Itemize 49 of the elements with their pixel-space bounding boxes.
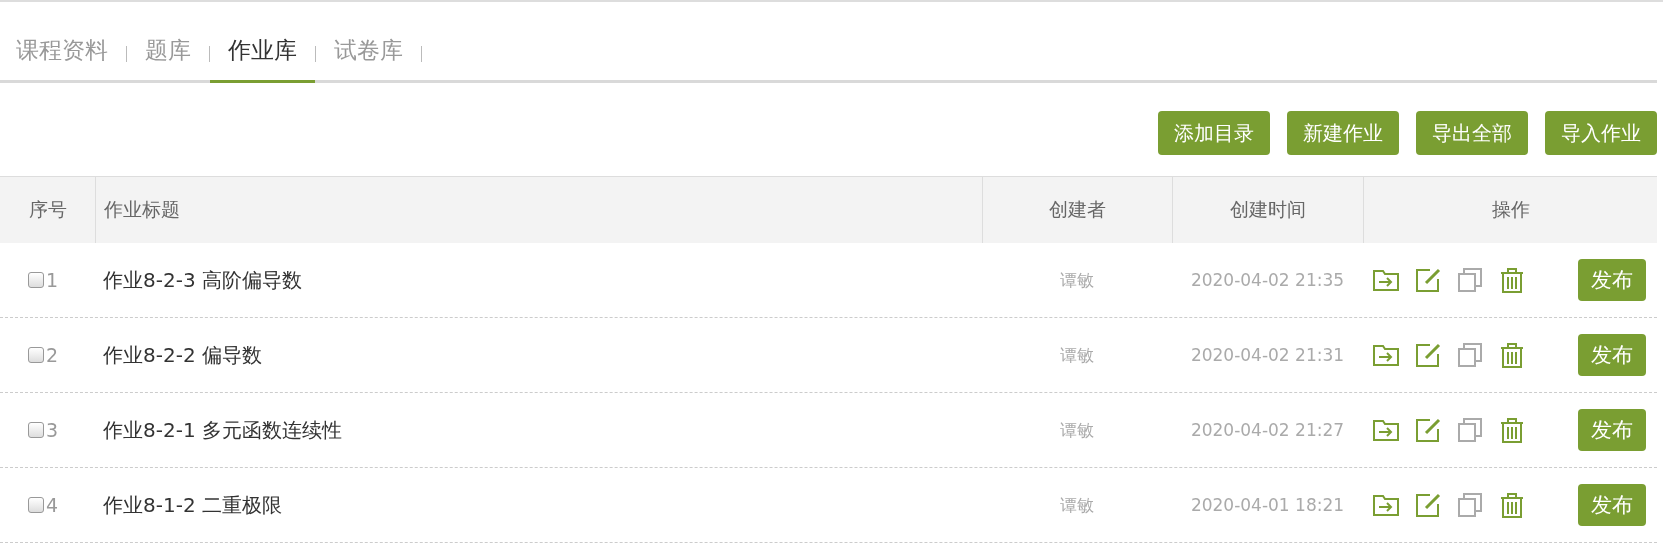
toolbar-button[interactable]: 导出全部 bbox=[1416, 111, 1528, 155]
edit-icon[interactable] bbox=[1414, 491, 1442, 519]
copy-icon[interactable] bbox=[1456, 341, 1484, 369]
edit-icon[interactable] bbox=[1414, 416, 1442, 444]
publish-button[interactable]: 发布 bbox=[1578, 259, 1646, 301]
delete-icon[interactable] bbox=[1498, 491, 1526, 519]
column-header: 创建者 bbox=[1049, 197, 1106, 222]
tab[interactable]: 作业库 bbox=[210, 35, 315, 83]
toolbar-button[interactable]: 新建作业 bbox=[1287, 111, 1399, 155]
column-header: 序号 bbox=[28, 197, 67, 222]
publish-button[interactable]: 发布 bbox=[1578, 334, 1646, 376]
column-header: 创建时间 bbox=[1230, 197, 1306, 222]
toolbar-button[interactable]: 添加目录 bbox=[1158, 111, 1270, 155]
delete-icon[interactable] bbox=[1498, 266, 1526, 294]
tab[interactable]: 题库 bbox=[127, 35, 209, 83]
homework-title: 作业8-2-2 偏导数 bbox=[102, 342, 262, 367]
publish-button[interactable]: 发布 bbox=[1578, 484, 1646, 526]
column-header: 操作 bbox=[1491, 197, 1530, 222]
homework-title: 作业8-2-1 多元函数连续性 bbox=[102, 417, 342, 442]
created-time: 2020-04-02 21:31 bbox=[1190, 345, 1345, 365]
row-number: 2 bbox=[46, 344, 59, 366]
copy-icon[interactable] bbox=[1456, 491, 1484, 519]
creator-name: 谭敏 bbox=[1060, 268, 1094, 292]
row-number: 3 bbox=[46, 419, 59, 441]
tab[interactable]: 试卷库 bbox=[316, 35, 421, 83]
column-header: 作业标题 bbox=[104, 197, 180, 222]
edit-icon[interactable] bbox=[1414, 266, 1442, 294]
row-number: 1 bbox=[46, 269, 59, 291]
row-checkbox[interactable] bbox=[28, 497, 44, 513]
row-checkbox[interactable] bbox=[28, 272, 44, 288]
created-time: 2020-04-02 21:35 bbox=[1190, 270, 1345, 290]
tab[interactable]: 课程资料 bbox=[14, 35, 126, 83]
creator-name: 谭敏 bbox=[1060, 418, 1094, 442]
created-time: 2020-04-01 18:21 bbox=[1190, 495, 1345, 515]
creator-name: 谭敏 bbox=[1060, 343, 1094, 367]
created-time: 2020-04-02 21:27 bbox=[1190, 420, 1345, 440]
row-checkbox[interactable] bbox=[28, 422, 44, 438]
edit-icon[interactable] bbox=[1414, 341, 1442, 369]
delete-icon[interactable] bbox=[1498, 341, 1526, 369]
row-number: 4 bbox=[46, 494, 59, 516]
toolbar-button[interactable]: 导入作业 bbox=[1545, 111, 1657, 155]
homework-title: 作业8-1-2 二重极限 bbox=[102, 492, 282, 517]
copy-icon[interactable] bbox=[1456, 266, 1484, 294]
creator-name: 谭敏 bbox=[1060, 493, 1094, 517]
delete-icon[interactable] bbox=[1498, 416, 1526, 444]
copy-icon[interactable] bbox=[1456, 416, 1484, 444]
publish-button[interactable]: 发布 bbox=[1578, 409, 1646, 451]
homework-title: 作业8-2-3 高阶偏导数 bbox=[102, 267, 302, 292]
row-checkbox[interactable] bbox=[28, 347, 44, 363]
